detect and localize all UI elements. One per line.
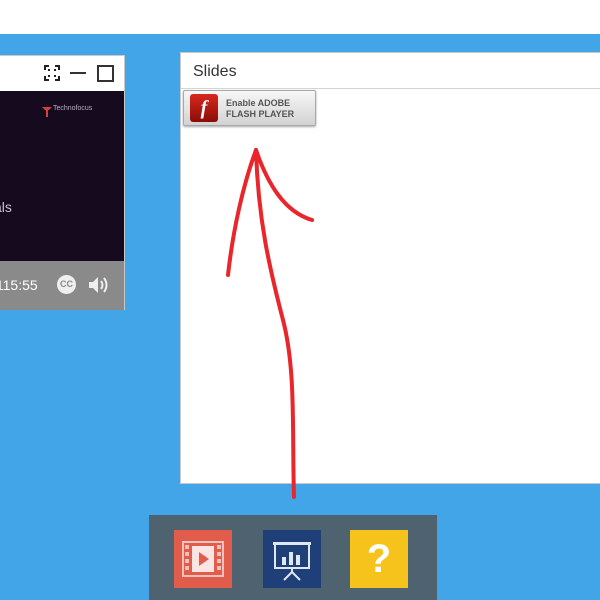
fullscreen-icon[interactable] <box>44 65 60 81</box>
enable-flash-button[interactable]: f Enable ADOBE FLASH PLAYER <box>183 90 316 126</box>
closed-captions-button[interactable]: CC <box>57 275 76 294</box>
video-logo-text: Technofocus <box>53 105 93 112</box>
minimize-icon[interactable] <box>70 65 86 81</box>
technofocus-logo-icon <box>42 107 52 117</box>
flash-icon-letter: f <box>200 97 208 119</box>
flash-button-line2: FLASH PLAYER <box>226 109 295 119</box>
top-bar <box>0 0 600 34</box>
slides-title: Slides <box>193 63 237 80</box>
video-titlebar <box>0 56 124 90</box>
bottom-toolbar: ? <box>149 515 437 600</box>
volume-icon[interactable] <box>87 274 109 296</box>
video-overlay-text: als <box>0 199 12 215</box>
video-controls: /115:55 CC <box>0 261 124 310</box>
cc-label: CC <box>60 279 73 289</box>
maximize-icon[interactable] <box>97 65 114 82</box>
video-icon[interactable] <box>174 530 232 588</box>
video-logo: Technofocus <box>42 105 112 117</box>
slides-presentation-icon[interactable] <box>263 530 321 588</box>
flash-button-label: Enable ADOBE FLASH PLAYER <box>226 98 294 120</box>
video-time: /115:55 <box>0 277 38 293</box>
slides-panel: Slides f Enable ADOBE FLASH PLAYER <box>180 52 600 484</box>
video-panel: Technofocus als /115:55 CC <box>0 55 125 310</box>
slides-header: Slides <box>181 53 600 89</box>
help-icon[interactable]: ? <box>350 530 408 588</box>
flash-button-line1: Enable ADOBE <box>226 98 291 108</box>
help-question-mark: ? <box>366 537 392 581</box>
flash-player-icon: f <box>190 94 218 122</box>
video-screen[interactable]: Technofocus als <box>0 91 124 261</box>
